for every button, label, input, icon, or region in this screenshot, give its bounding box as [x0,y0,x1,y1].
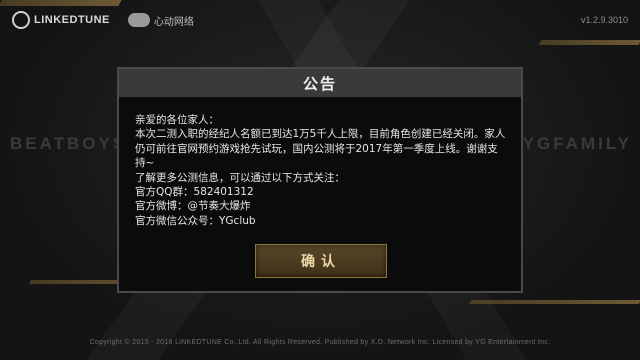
xd-network-logo: 心动网络 [127,13,194,28]
background-word-left: BEATBOYS [10,134,128,153]
gold-stripe-decoration [0,0,122,6]
gold-stripe-decoration [538,40,640,45]
version-label: v1.2.9.3010 [580,15,628,25]
confirm-button-label: 确认 [301,254,341,270]
confirm-button[interactable]: 确认 [255,244,387,278]
xd-network-logo-icon [127,13,150,27]
top-bar: LINKEDTUNE 心动网络 v1.2.9.3010 [12,8,628,32]
announcement-dialog: 公告 亲爱的各位家人： 本次二测入职的经纪人名额已到达1万5千人上限，目前角色创… [117,67,523,293]
linkedtune-logo-text: LINKEDTUNE [34,14,110,26]
announcement-line: 官方微信公众号：YGclub [135,214,256,227]
announcement-line: 本次二测入职的经纪人名额已到达1万5千人上限，目前角色创建已经关闭。家人仍可前往… [135,128,506,170]
announcement-line: 官方微博：@节奏大爆炸 [135,200,251,213]
background-word-right: YGFAMILY [522,134,632,153]
announcement-line: 了解更多公测信息，可以通过以下方式关注： [135,171,345,184]
gold-stripe-decoration [468,300,640,304]
linkedtune-logo: LINKEDTUNE [12,11,110,29]
linkedtune-logo-icon [12,11,30,29]
dialog-title: 公告 [302,74,337,93]
announcement-line: 官方QQ群：582401312 [135,186,254,199]
xd-network-logo-text: 心动网络 [153,16,194,28]
copyright-footer: Copyright © 2015 - 2016 LiNKEDTUNE Co.,L… [89,339,551,346]
dialog-header: 公告 [119,69,521,97]
announcement-line: 亲爱的各位家人： [135,114,219,126]
dialog-body: 亲爱的各位家人： 本次二测入职的经纪人名额已到达1万5千人上限，目前角色创建已经… [135,113,507,228]
